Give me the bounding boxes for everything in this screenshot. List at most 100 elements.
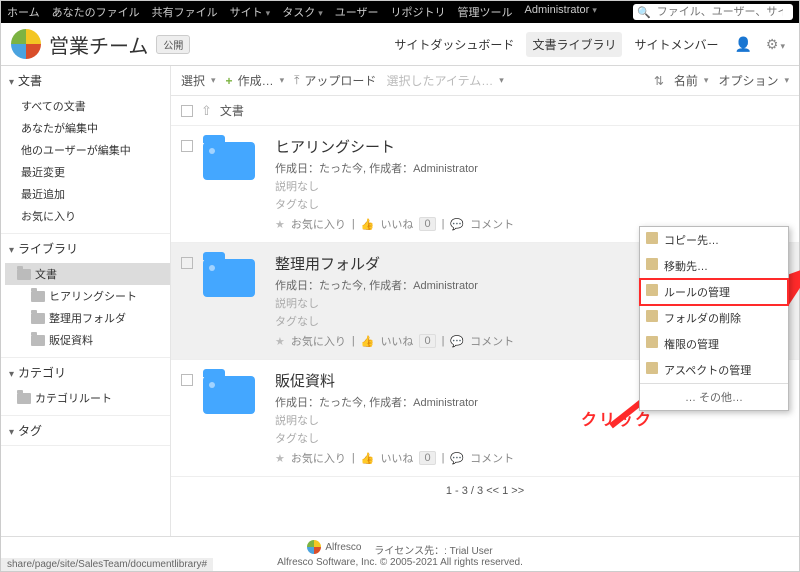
ctx-manage-aspects[interactable]: アスペクトの管理 — [640, 357, 788, 383]
search-icon: 🔍 — [637, 6, 651, 19]
folder-icon — [203, 142, 255, 180]
tree-docs-label: 文書 — [35, 266, 57, 282]
like-icon[interactable]: 👍 — [361, 218, 375, 231]
tb-selected[interactable]: 選択したアイテム… — [386, 72, 503, 89]
tree-promo[interactable]: 販促資料 — [5, 329, 170, 351]
ctx-manage-perms[interactable]: 権限の管理 — [640, 331, 788, 357]
ctx-copy-to[interactable]: コピー先… — [640, 227, 788, 253]
tree-label: 整理用フォルダ — [49, 310, 126, 326]
global-nav: ホーム あなたのファイル 共有ファイル サイト タスク ユーザー リポジトリ 管… — [1, 1, 799, 23]
side-docs: 文書 すべての文書 あなたが編集中 他のユーザーが編集中 最近変更 最近追加 お… — [1, 66, 170, 234]
row-title[interactable]: ヒアリングシート — [275, 136, 789, 157]
fav-label[interactable]: お気に入り — [291, 216, 346, 232]
nav-site-members[interactable]: サイトメンバー — [628, 32, 724, 57]
site-settings-icon[interactable]: ⚙ — [762, 36, 789, 53]
tree-cat-root[interactable]: カテゴリルート — [5, 387, 170, 409]
comment-label[interactable]: コメント — [470, 216, 514, 232]
ctx-manage-rules[interactable]: ルールの管理 — [640, 279, 788, 305]
side-docs-editing-others[interactable]: 他のユーザーが編集中 — [5, 139, 170, 161]
folder-icon — [203, 376, 255, 414]
fav-label[interactable]: お気に入り — [291, 333, 346, 349]
like-icon[interactable]: 👍 — [361, 452, 375, 465]
side-docs-all[interactable]: すべての文書 — [5, 95, 170, 117]
nav-sites[interactable]: サイト — [230, 4, 271, 20]
pager[interactable]: 1 - 3 / 3 << 1 >> — [171, 477, 799, 505]
ctx-move-to[interactable]: 移動先… — [640, 253, 788, 279]
comment-icon[interactable]: 💬 — [450, 218, 464, 231]
footer-license: ライセンス先：: Trial User — [374, 546, 492, 557]
like-label[interactable]: いいね — [380, 216, 413, 232]
side-library-head[interactable]: ライブラリ — [1, 234, 170, 263]
row-checkbox[interactable] — [181, 140, 193, 152]
row-checkbox[interactable] — [181, 374, 193, 386]
global-search[interactable]: 🔍 — [633, 4, 793, 20]
tb-create[interactable]: +作成… — [226, 72, 285, 89]
status-url: share/page/site/SalesTeam/documentlibrar… — [1, 558, 213, 571]
tree-label: カテゴリルート — [35, 390, 112, 406]
side-docs-recent-mod[interactable]: 最近変更 — [5, 161, 170, 183]
ctx-more[interactable]: … その他… — [640, 383, 788, 410]
side-docs-editing-me[interactable]: あなたが編集中 — [5, 117, 170, 139]
folder-context-menu: コピー先… 移動先… ルールの管理 フォルダの削除 権限の管理 アスペクトの管理… — [639, 226, 789, 411]
star-icon[interactable]: ★ — [275, 218, 285, 231]
tree-sort[interactable]: 整理用フォルダ — [5, 307, 170, 329]
nav-users[interactable]: ユーザー — [335, 4, 379, 20]
tree-hearing[interactable]: ヒアリングシート — [5, 285, 170, 307]
folder-icon — [31, 335, 45, 346]
site-header: 営業チーム 公開 サイトダッシュボード 文書ライブラリ サイトメンバー 👤 ⚙ — [1, 23, 799, 66]
footer: Alfresco ライセンス先：: Trial User Alfresco So… — [1, 536, 799, 571]
folder-icon — [203, 259, 255, 297]
nav-tasks[interactable]: タスク — [282, 4, 323, 20]
star-icon[interactable]: ★ — [275, 335, 285, 348]
comment-label[interactable]: コメント — [470, 450, 514, 466]
tb-select[interactable]: 選択 — [181, 72, 216, 89]
crumb-root[interactable]: 文書 — [220, 102, 244, 119]
tree-docs[interactable]: 文書 — [5, 263, 170, 285]
nav-shared[interactable]: 共有ファイル — [152, 4, 218, 20]
fav-label[interactable]: お気に入り — [291, 450, 346, 466]
row-actions: ★お気に入り | 👍いいね0 | 💬コメント — [275, 450, 789, 466]
comment-icon[interactable]: 💬 — [450, 335, 464, 348]
row-checkbox[interactable] — [181, 257, 193, 269]
tb-create-label: 作成… — [238, 72, 274, 89]
like-count: 0 — [419, 334, 435, 348]
nav-up-icon[interactable]: ⇧ — [201, 103, 212, 119]
comment-label[interactable]: コメント — [470, 333, 514, 349]
side-category-head[interactable]: カテゴリ — [1, 358, 170, 387]
row-desc: 説明なし — [275, 178, 789, 194]
side-tag-head[interactable]: タグ — [1, 416, 170, 445]
select-all-checkbox[interactable] — [181, 105, 193, 117]
tree-label: 販促資料 — [49, 332, 93, 348]
tb-upload[interactable]: ⤒アップロード — [294, 72, 376, 89]
like-count: 0 — [419, 451, 435, 465]
nav-doc-library[interactable]: 文書ライブラリ — [526, 32, 622, 57]
side-docs-head[interactable]: 文書 — [1, 66, 170, 95]
sidebar: 文書 すべての文書 あなたが編集中 他のユーザーが編集中 最近変更 最近追加 お… — [1, 66, 171, 542]
row-tags: タグなし — [275, 430, 789, 446]
star-icon[interactable]: ★ — [275, 452, 285, 465]
side-docs-recent-add[interactable]: 最近追加 — [5, 183, 170, 205]
nav-repo[interactable]: リポジトリ — [391, 4, 446, 20]
search-input[interactable] — [655, 5, 785, 19]
user-avatar-icon[interactable]: 👤 — [730, 36, 755, 53]
like-count: 0 — [419, 217, 435, 231]
tb-sort-dir-icon[interactable]: ⇅ — [654, 74, 664, 88]
site-logo-icon — [11, 29, 41, 59]
tb-sort-field[interactable]: 名前 — [674, 72, 709, 89]
row-created: 作成日：たった今, 作成者：Administrator — [275, 160, 789, 176]
footer-logo: Alfresco — [307, 540, 361, 554]
nav-user-menu[interactable]: Administrator — [525, 4, 597, 20]
nav-home[interactable]: ホーム — [7, 4, 40, 20]
like-icon[interactable]: 👍 — [361, 335, 375, 348]
nav-my-files[interactable]: あなたのファイル — [52, 4, 140, 20]
nav-site-dashboard[interactable]: サイトダッシュボード — [388, 32, 520, 57]
comment-icon[interactable]: 💬 — [450, 452, 464, 465]
side-docs-fav[interactable]: お気に入り — [5, 205, 170, 227]
nav-admin[interactable]: 管理ツール — [458, 4, 513, 20]
like-label[interactable]: いいね — [380, 450, 413, 466]
row-meta: ヒアリングシート 作成日：たった今, 作成者：Administrator 説明な… — [275, 136, 789, 232]
tb-options[interactable]: オプション — [718, 72, 789, 89]
ctx-delete-folder[interactable]: フォルダの削除 — [640, 305, 788, 331]
folder-thumb — [203, 370, 255, 412]
like-label[interactable]: いいね — [380, 333, 413, 349]
